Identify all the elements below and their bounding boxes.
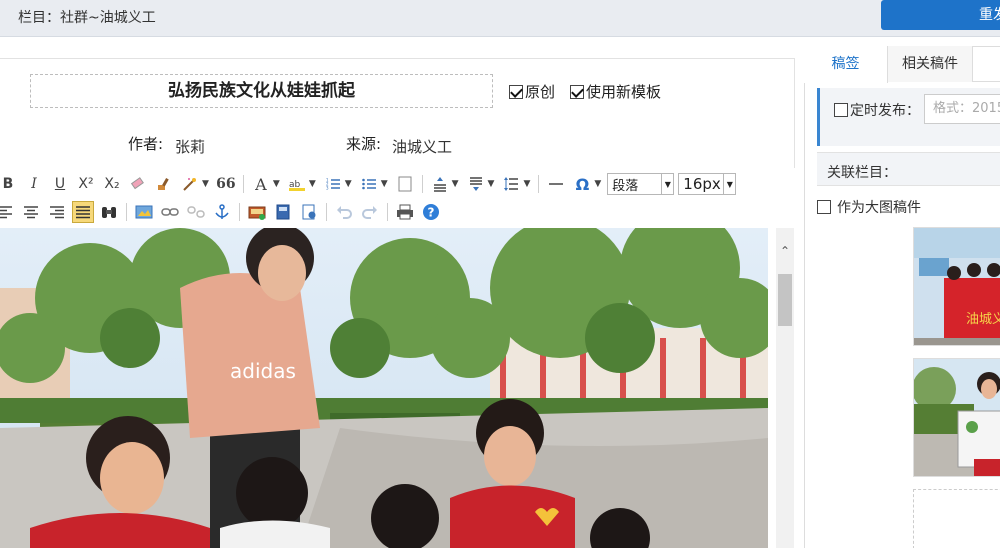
schedule-checkbox-box[interactable] [834, 103, 848, 117]
related-column-row: 关联栏目： [817, 152, 1000, 186]
toolbar-divider [242, 175, 244, 193]
tab-related-articles[interactable]: 相关稿件 [888, 46, 973, 82]
toolbar-divider [387, 203, 388, 221]
schedule-input[interactable]: 格式：2015- [924, 94, 1000, 124]
schedule-label: 定时发布： [850, 103, 920, 119]
scrollbar-thumb[interactable] [778, 274, 792, 326]
paragraph-format-select[interactable]: 段落 ▼ [607, 173, 675, 195]
schedule-checkbox[interactable]: 定时发布： [834, 100, 920, 120]
author-field[interactable]: 张莉 [175, 136, 205, 157]
chevron-up-icon[interactable]: ⌃ [776, 244, 794, 258]
paragraph-spacing-top-icon[interactable] [429, 173, 451, 195]
thumbnail-banner-text: 油城义 [966, 312, 1000, 327]
eraser-icon[interactable] [127, 173, 149, 195]
toolbar-divider [326, 203, 327, 221]
side-tabs: 稿签 相关稿件 [804, 46, 1000, 83]
toolbar-divider [538, 175, 540, 193]
ordered-list-icon[interactable]: 123 [322, 173, 344, 195]
toolbar-row-2: ? [0, 199, 446, 225]
article-title-input[interactable]: 弘扬民族文化从娃娃抓起 [30, 74, 493, 108]
source-label: 来源: [346, 135, 382, 153]
schedule-row: 定时发布： 格式：2015- [817, 88, 1000, 146]
help-icon[interactable]: ? [420, 201, 442, 223]
bold-button[interactable]: B [0, 173, 19, 195]
toolbar-divider [239, 203, 240, 221]
big-image-label: 作为大图稿件 [837, 200, 921, 216]
insert-frame-icon[interactable] [272, 201, 294, 223]
svg-text:adidas: adidas [230, 359, 296, 383]
svg-text:?: ? [428, 206, 435, 220]
thumbnail-placeholder[interactable] [913, 489, 1000, 548]
insert-media-icon[interactable] [246, 201, 268, 223]
print-icon[interactable] [394, 201, 416, 223]
republish-button[interactable]: 重发 [881, 0, 1000, 30]
original-checkbox-label: 原创 [525, 83, 556, 101]
align-center-icon[interactable] [20, 201, 42, 223]
font-color-dropdown-icon[interactable]: ▼ [273, 179, 280, 189]
highlight-dropdown-icon[interactable]: ▼ [309, 179, 316, 189]
horizontal-rule-icon[interactable] [545, 173, 567, 195]
related-column-label: 关联栏目： [827, 165, 897, 181]
font-size-select[interactable]: 16px ▼ [678, 173, 737, 195]
link-icon[interactable] [159, 201, 181, 223]
highlight-color-icon[interactable]: ab [286, 173, 308, 195]
top-bar: 栏目：社群~油城义工 [0, 0, 1000, 37]
paragraph-format-value: 段落 [612, 178, 639, 194]
blockquote-button[interactable]: 66 [215, 173, 237, 195]
breadcrumb: 栏目：社群~油城义工 [18, 10, 156, 26]
ordered-list-dropdown-icon[interactable]: ▼ [345, 179, 352, 189]
font-color-icon[interactable]: A [250, 173, 272, 195]
format-brush-icon[interactable] [153, 173, 175, 195]
toolbar-divider [126, 203, 127, 221]
insert-image-icon[interactable] [133, 201, 155, 223]
new-template-checkbox-box[interactable] [570, 84, 584, 99]
toolbar-divider [421, 175, 423, 193]
font-size-value: 16px [683, 175, 721, 193]
special-char-icon[interactable]: Ω [571, 173, 593, 195]
italic-button[interactable]: I [23, 173, 45, 195]
binoculars-icon[interactable] [98, 201, 120, 223]
big-image-checkbox-box[interactable] [817, 200, 831, 214]
tab-manuscript-label[interactable]: 稿签 [804, 46, 888, 83]
thumbnail-1[interactable]: 油城义 [913, 227, 1000, 346]
paragraph-spacing-bottom-icon[interactable] [465, 173, 487, 195]
line-height-icon[interactable] [500, 173, 522, 195]
unordered-list-dropdown-icon[interactable]: ▼ [381, 179, 388, 189]
unordered-list-icon[interactable] [358, 173, 380, 195]
new-template-checkbox-label: 使用新模板 [586, 83, 662, 101]
editor-scrollbar[interactable]: ⌃ [776, 228, 794, 548]
superscript-button[interactable]: X² [75, 173, 97, 195]
spacing-bottom-dropdown-icon[interactable]: ▼ [488, 179, 495, 189]
undo-icon[interactable] [333, 201, 355, 223]
line-height-dropdown-icon[interactable]: ▼ [523, 179, 530, 189]
underline-button[interactable]: U [49, 173, 71, 195]
magic-wand-dropdown-icon[interactable]: ▼ [202, 179, 209, 189]
article-photo: adidas [0, 228, 768, 548]
align-right-icon[interactable] [46, 201, 68, 223]
page-icon[interactable] [394, 173, 416, 195]
unlink-icon[interactable] [185, 201, 207, 223]
new-template-checkbox[interactable]: 使用新模板 [570, 81, 661, 102]
insert-template-icon[interactable] [298, 201, 320, 223]
spacing-top-dropdown-icon[interactable]: ▼ [452, 179, 459, 189]
author-label: 作者: [128, 135, 164, 153]
align-justify-icon[interactable] [72, 201, 94, 223]
big-image-checkbox[interactable]: 作为大图稿件 [817, 197, 921, 217]
chevron-down-icon[interactable]: ▼ [661, 174, 673, 194]
thumbnail-2[interactable] [913, 358, 1000, 477]
chevron-down-icon[interactable]: ▼ [723, 174, 735, 194]
editor-toolbar: B I U X² X₂ ▼ 66 A ▼ ab ▼ 123 ▼ ▼ ▼ ▼ ▼ … [0, 170, 768, 228]
redo-icon[interactable] [359, 201, 381, 223]
toolbar-row-1: B I U X² X₂ ▼ 66 A ▼ ab ▼ 123 ▼ ▼ ▼ ▼ ▼ … [0, 171, 740, 197]
original-checkbox[interactable]: 原创 [509, 81, 555, 102]
magic-wand-icon[interactable] [179, 173, 201, 195]
special-char-dropdown-icon[interactable]: ▼ [594, 179, 601, 189]
align-left-icon[interactable] [0, 201, 16, 223]
subscript-button[interactable]: X₂ [101, 173, 123, 195]
source-field[interactable]: 油城义工 [392, 136, 452, 157]
original-checkbox-box[interactable] [509, 84, 523, 99]
anchor-icon[interactable] [211, 201, 233, 223]
svg-text:3: 3 [326, 186, 329, 191]
